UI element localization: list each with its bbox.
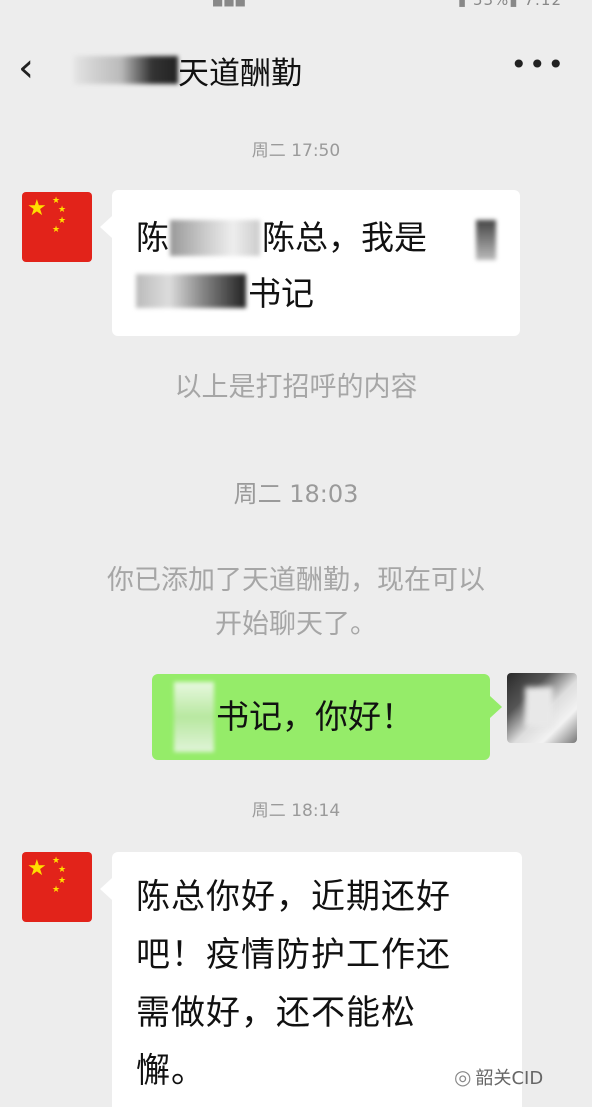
message-text: 陈总你好，近期还好 吧！疫情防护工作还 需做好，还不能松 懈。 — [136, 877, 451, 1091]
timestamp: 周二 18:03 — [233, 480, 359, 508]
status-text: ▮ 53%▮ 7:12 — [457, 0, 562, 9]
flag-star-icon: ★ — [27, 196, 47, 221]
watermark: ◎ 韶关CID — [454, 1065, 544, 1089]
chevron-left-icon[interactable]: ‹ — [18, 46, 34, 90]
timestamp: 周二 18:14 — [251, 801, 341, 821]
user-avatar[interactable] — [507, 673, 577, 743]
more-options-button[interactable]: ••• — [510, 48, 566, 81]
redacted-title — [136, 274, 246, 308]
status-bar: ■■■ ▮ 53%▮ 7:12 — [0, 0, 592, 14]
outgoing-message-bubble[interactable]: 书记，你好！ — [152, 674, 502, 760]
wechat-logo-icon: ◎ — [454, 1065, 472, 1089]
contact-avatar[interactable]: ★ ★ ★ ★ ★ — [22, 192, 92, 262]
redacted-name — [170, 220, 260, 256]
system-notice: 你已添加了天道酬勤，现在可以 开始聊天了。 — [107, 565, 485, 640]
chat-title: 天道酬勤 — [178, 56, 302, 92]
chat-header: ‹ 天道酬勤 ••• — [0, 36, 592, 106]
blurred-title-prefix — [74, 56, 178, 84]
incoming-message-bubble[interactable]: 陈 陈总，我是 书记 — [100, 190, 520, 336]
flag-star-icon: ★ — [27, 856, 47, 881]
message-text: 书记 — [248, 274, 314, 313]
system-notice: 以上是打招呼的内容 — [174, 372, 418, 403]
message-text: 陈总，我是 — [262, 218, 427, 257]
timestamp: 周二 17:50 — [251, 141, 341, 161]
message-text: 书记，你好！ — [216, 697, 414, 736]
signal-icons: ■■■ — [212, 0, 247, 8]
contact-avatar[interactable]: ★ ★ ★ ★ ★ — [22, 852, 92, 922]
